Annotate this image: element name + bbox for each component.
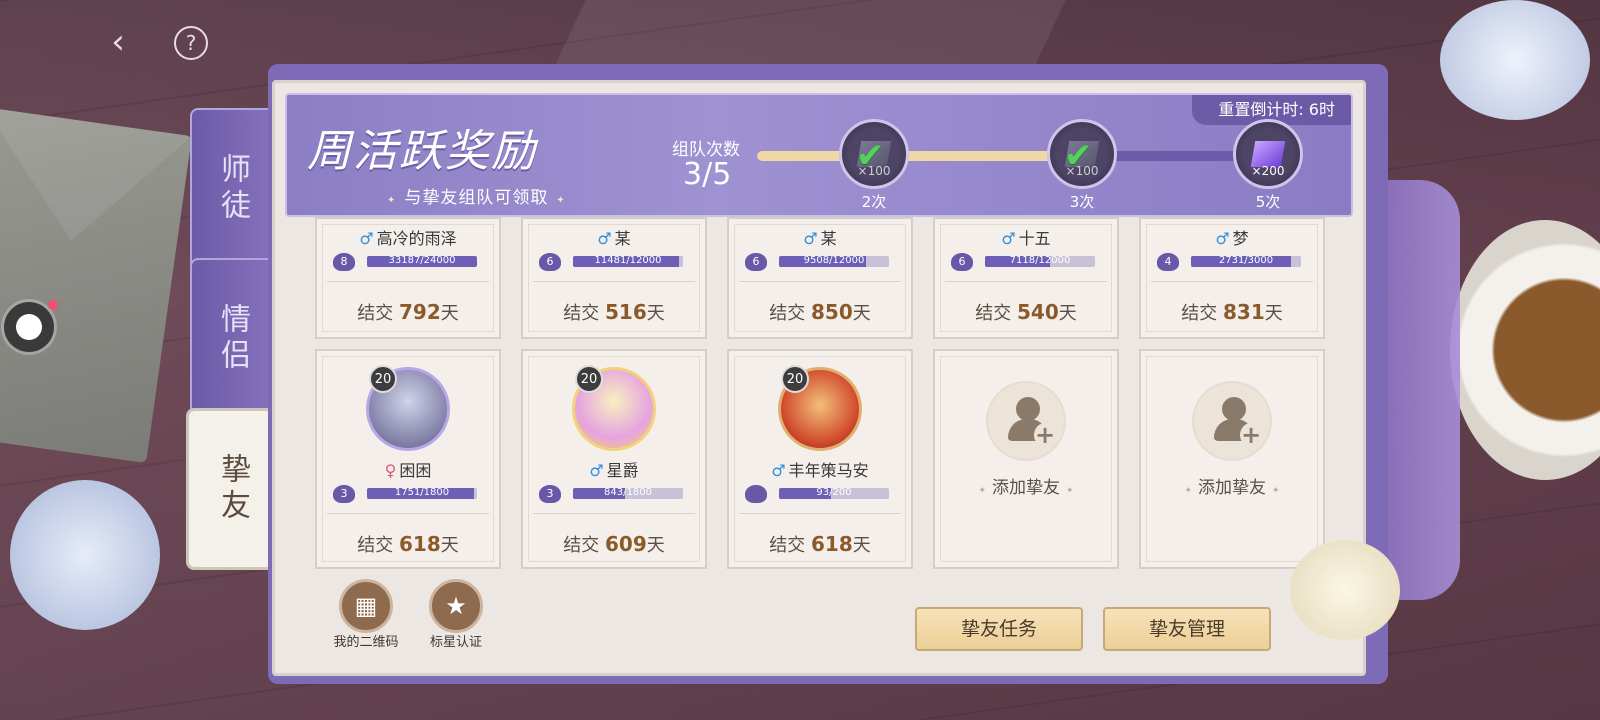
tab-couple[interactable]: 情侣 — [190, 258, 274, 420]
intimacy-badge: 3 — [333, 485, 355, 503]
add-friend-slot[interactable]: + 添加挚友 — [1139, 349, 1325, 569]
friend-manage-button[interactable]: 挚友管理 — [1103, 607, 1271, 651]
milestone-label: 5次 — [1255, 193, 1281, 211]
friend-card[interactable]: ♂ 某 6 9508/12000 结交 850天 — [727, 217, 913, 339]
intimacy-bar: 843/1800 — [573, 488, 683, 499]
intimacy-bar: 2731/3000 — [1191, 256, 1301, 267]
friends-panel: 周活跃奖励 与挚友组队可领取 重置倒计时: 6时 组队次数 3/5 ✔ ×100… — [272, 80, 1366, 676]
intimacy-badge: 6 — [745, 253, 767, 271]
friendship-days: 结交 831天 — [1181, 300, 1283, 324]
friend-card[interactable]: 20 ♂ 星爵 3 843/1800 结交 609天 — [521, 349, 707, 569]
friend-name: 困困 — [399, 461, 432, 480]
friend-name: 十五 — [1018, 229, 1051, 248]
friend-name: 某 — [614, 229, 631, 248]
friend-name: 高冷的雨泽 — [376, 229, 457, 248]
progress-fill — [757, 151, 1075, 161]
friend-card[interactable]: ♂ 高冷的雨泽 8 33187/24000 结交 792天 — [315, 217, 501, 339]
female-icon: ♀ — [384, 461, 397, 480]
intimacy-bar: 9508/12000 — [779, 256, 889, 267]
intimacy-badge: 3 — [539, 485, 561, 503]
friend-card[interactable]: ♂ 十五 6 7118/12000 结交 540天 — [933, 217, 1119, 339]
intimacy-badge: 4 — [1157, 253, 1179, 271]
milestone-reward-2[interactable]: ✔ ×100 — [1047, 119, 1117, 189]
friendship-days: 结交 618天 — [357, 532, 459, 556]
add-friend-slot[interactable]: + 添加挚友 — [933, 349, 1119, 569]
friendship-days: 结交 540天 — [975, 300, 1077, 324]
weekly-reward-header: 周活跃奖励 与挚友组队可领取 重置倒计时: 6时 组队次数 3/5 ✔ ×100… — [285, 93, 1353, 217]
milestone-qty: ×100 — [857, 164, 891, 178]
male-icon: ♂ — [359, 229, 374, 248]
friend-tasks-button[interactable]: 挚友任务 — [915, 607, 1083, 651]
floating-assistant-button[interactable] — [4, 302, 54, 352]
flower-decoration — [1440, 0, 1590, 120]
star-badge-icon[interactable]: ★ — [429, 579, 483, 633]
friendship-days: 结交 618天 — [769, 532, 871, 556]
milestone-qty: ×200 — [1251, 164, 1285, 178]
level-bubble: 20 — [781, 365, 809, 393]
friend-name: 梦 — [1232, 229, 1249, 248]
male-icon: ♂ — [803, 229, 818, 248]
friend-card[interactable]: ♂ 某 6 11481/12000 结交 516天 — [521, 217, 707, 339]
friendship-days: 结交 792天 — [357, 300, 459, 324]
friend-card[interactable]: 20 ♂ 丰年策马安 93/200 结交 618天 — [727, 349, 913, 569]
friend-card[interactable]: ♂ 梦 4 2731/3000 结交 831天 — [1139, 217, 1325, 339]
male-icon: ♂ — [1215, 229, 1230, 248]
team-count-value: 3/5 — [683, 157, 732, 192]
add-friend-icon: + — [986, 381, 1066, 461]
reward-subtitle: 与挚友组队可领取 — [379, 183, 574, 208]
male-icon: ♂ — [1001, 229, 1016, 248]
intimacy-bar: 93/200 — [779, 488, 889, 499]
intimacy-bar: 11481/12000 — [573, 256, 683, 267]
tab-best-friend[interactable]: 挚友 — [186, 408, 278, 570]
flower-decoration — [10, 480, 160, 630]
intimacy-bar: 7118/12000 — [985, 256, 1095, 267]
intimacy-badge — [745, 485, 767, 503]
friendship-days: 结交 609天 — [563, 532, 665, 556]
milestone-label: 2次 — [861, 193, 887, 211]
qr-code-label: 我的二维码 — [333, 635, 399, 650]
friend-name: 丰年策马安 — [788, 461, 869, 480]
intimacy-bar: 1751/1800 — [367, 488, 477, 499]
intimacy-bar: 33187/24000 — [367, 256, 477, 267]
level-bubble: 20 — [575, 365, 603, 393]
qr-code-icon[interactable]: ▦ — [339, 579, 393, 633]
milestone-reward-3[interactable]: ×200 — [1233, 119, 1303, 189]
tab-mentor[interactable]: 师徒 — [190, 108, 274, 270]
friend-name: 星爵 — [606, 461, 639, 480]
notification-dot — [48, 300, 58, 310]
milestone-qty: ×100 — [1065, 164, 1099, 178]
friend-name: 某 — [820, 229, 837, 248]
male-icon: ♂ — [597, 229, 612, 248]
back-arrow-icon[interactable]: ‹ — [98, 22, 138, 62]
add-friend-label: 添加挚友 — [1141, 473, 1323, 498]
add-friend-icon: + — [1192, 381, 1272, 461]
star-cert-label: 标星认证 — [429, 635, 482, 650]
intimacy-badge: 8 — [333, 253, 355, 271]
friendship-days: 结交 516天 — [563, 300, 665, 324]
intimacy-badge: 6 — [951, 253, 973, 271]
friendship-days: 结交 850天 — [769, 300, 871, 324]
flower-decoration — [1290, 540, 1400, 640]
friend-card[interactable]: 20 ♀ 困困 3 1751/1800 结交 618天 — [315, 349, 501, 569]
milestone-label: 3次 — [1069, 193, 1095, 211]
question-mark-icon[interactable]: ? — [174, 26, 208, 60]
reward-title: 周活跃奖励 — [307, 126, 537, 177]
level-bubble: 20 — [369, 365, 397, 393]
male-icon: ♂ — [771, 461, 786, 480]
male-icon: ♂ — [589, 461, 604, 480]
add-friend-label: 添加挚友 — [935, 473, 1117, 498]
milestone-reward-1[interactable]: ✔ ×100 — [839, 119, 909, 189]
intimacy-badge: 6 — [539, 253, 561, 271]
